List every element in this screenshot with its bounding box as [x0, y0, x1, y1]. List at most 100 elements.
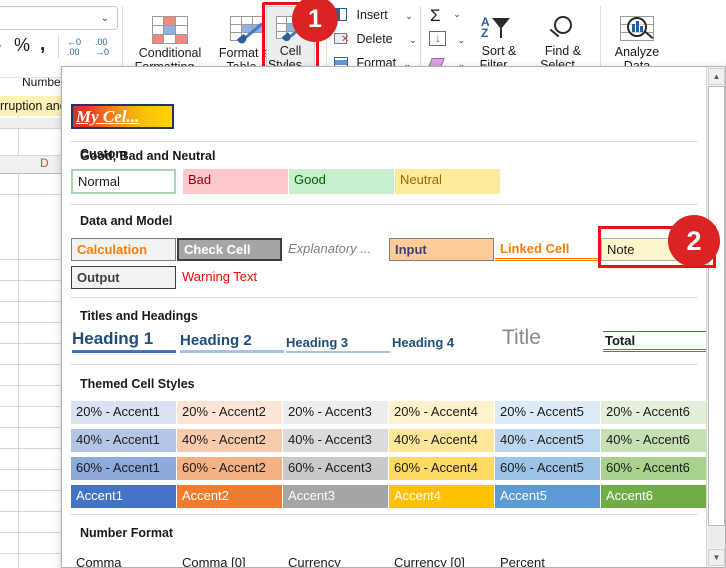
chevron-down-icon[interactable]: ⌄ [409, 35, 417, 45]
gallery-content: Custom My Cel... Good, Bad and Neutral N… [62, 67, 707, 567]
increase-decimal-icon[interactable]: ←0.00 [67, 37, 81, 57]
style-60-accent4[interactable]: 60% - Accent4 [389, 457, 494, 480]
format-as-table-icon [230, 16, 264, 46]
sort-filter-icon: A Z [479, 15, 519, 42]
analyze-data-icon [620, 16, 654, 43]
style-accent4[interactable]: Accent4 [389, 485, 494, 508]
style-60-accent2[interactable]: 60% - Accent2 [177, 457, 282, 480]
gallery-scrollbar[interactable]: ▲ ▼ [706, 67, 725, 567]
style-accent6[interactable]: Accent6 [601, 485, 706, 508]
conditional-formatting-label-1: Conditional [138, 46, 202, 60]
style-accent2[interactable]: Accent2 [177, 485, 282, 508]
style-60-accent3[interactable]: 60% - Accent3 [283, 457, 388, 480]
delete-button[interactable]: ✕ Delete ⌄ [334, 32, 417, 46]
style-comma[interactable]: Comma [71, 552, 176, 567]
number-format-icons: ⌄ % , ←0.00 .00→0 [0, 34, 130, 62]
sigma-icon: Σ [430, 6, 441, 25]
style-40-accent1[interactable]: 40% - Accent1 [71, 429, 176, 452]
magnifier-icon [546, 16, 580, 42]
style-20-accent6[interactable]: 20% - Accent6 [601, 401, 706, 424]
sort-filter-label-1: Sort & [481, 44, 517, 58]
style-calculation[interactable]: Calculation [71, 238, 176, 261]
style-warning-text[interactable]: Warning Text [177, 266, 282, 289]
style-heading-4[interactable]: Heading 4 [392, 335, 496, 350]
delete-icon: ✕ [334, 32, 349, 45]
section-title-themed-cell-styles: Themed Cell Styles [80, 377, 195, 391]
style-40-accent4[interactable]: 40% - Accent4 [389, 429, 494, 452]
style-currency[interactable]: Currency [283, 552, 388, 567]
chevron-down-icon[interactable]: ⌄ [405, 11, 413, 21]
cell-styles-gallery: Custom My Cel... Good, Bad and Neutral N… [61, 66, 726, 568]
number-format-combo[interactable]: ral ⌄ [0, 6, 118, 30]
excel-cell-styles-screen: D rruption and ral ⌄ ⌄ % , ←0.00 .00→0 N… [0, 0, 726, 568]
style-currency-0[interactable]: Currency [0] [389, 552, 494, 567]
find-select-label-1: Find & [544, 44, 582, 58]
section-divider [70, 141, 698, 142]
sort-filter-button[interactable]: A Z Sort & Filter ⌄ [468, 15, 530, 73]
style-explanatory-text[interactable]: Explanatory ... [283, 238, 388, 261]
style-comma-0[interactable]: Comma [0] [177, 552, 282, 567]
fill-down-icon: ↓ [429, 31, 448, 46]
section-title-good-bad-neutral: Good, Bad and Neutral [80, 149, 216, 163]
scrollbar-thumb[interactable] [708, 86, 725, 526]
highlighted-cell[interactable]: rruption and [0, 96, 66, 116]
style-60-accent6[interactable]: 60% - Accent6 [601, 457, 706, 480]
style-60-accent1[interactable]: 60% - Accent1 [71, 457, 176, 480]
chevron-down-icon: ⌄ [100, 13, 109, 24]
autosum-button[interactable]: Σ ⌄ [430, 6, 461, 26]
divider [600, 6, 601, 68]
section-divider [70, 514, 698, 515]
style-my-cell[interactable]: My Cel... [71, 104, 174, 129]
style-heading-3[interactable]: Heading 3 [286, 335, 390, 353]
style-60-accent5[interactable]: 60% - Accent5 [495, 457, 600, 480]
style-title[interactable]: Title [502, 326, 606, 350]
style-accent5[interactable]: Accent5 [495, 485, 600, 508]
section-title-number-format: Number Format [80, 526, 174, 540]
style-good[interactable]: Good [289, 169, 394, 194]
style-20-accent4[interactable]: 20% - Accent4 [389, 401, 494, 424]
column-header-d[interactable]: D [40, 156, 49, 170]
style-20-accent5[interactable]: 20% - Accent5 [495, 401, 600, 424]
comma-style-icon[interactable]: , [40, 34, 45, 56]
style-heading-2[interactable]: Heading 2 [180, 332, 284, 353]
style-40-accent3[interactable]: 40% - Accent3 [283, 429, 388, 452]
scrollbar-track[interactable] [708, 526, 725, 548]
style-check-cell[interactable]: Check Cell [177, 238, 282, 261]
style-output[interactable]: Output [71, 266, 176, 289]
style-total[interactable]: Total [603, 331, 707, 352]
find-select-button[interactable]: Find & Select ⌄ [532, 16, 594, 73]
section-title-titles-and-headings: Titles and Headings [80, 309, 198, 323]
style-heading-1[interactable]: Heading 1 [72, 329, 176, 353]
step-badge-2: 2 [668, 215, 720, 267]
percent-style-icon[interactable]: % [14, 35, 30, 56]
style-40-accent6[interactable]: 40% - Accent6 [601, 429, 706, 452]
scroll-down-arrow-icon[interactable]: ▼ [708, 549, 725, 566]
analyze-data-label-1: Analyze [614, 45, 660, 59]
analyze-data-button[interactable]: Analyze Data [606, 16, 668, 73]
style-40-accent2[interactable]: 40% - Accent2 [177, 429, 282, 452]
style-neutral[interactable]: Neutral [395, 169, 500, 194]
style-normal[interactable]: Normal [71, 169, 176, 194]
style-20-accent2[interactable]: 20% - Accent2 [177, 401, 282, 424]
decrease-decimal-icon[interactable]: .00 →0 [95, 37, 109, 57]
chevron-down-icon[interactable]: ⌄ [0, 38, 3, 51]
style-bad[interactable]: Bad [183, 169, 288, 194]
insert-button[interactable]: Insert ⌄ [334, 8, 413, 22]
insert-label: Insert [356, 8, 388, 22]
delete-label: Delete [356, 32, 393, 46]
style-accent1[interactable]: Accent1 [71, 485, 176, 508]
style-20-accent3[interactable]: 20% - Accent3 [283, 401, 388, 424]
style-20-accent1[interactable]: 20% - Accent1 [71, 401, 176, 424]
fill-button[interactable]: ↓ ⌄ [429, 31, 465, 46]
chevron-down-icon[interactable]: ⌄ [453, 9, 461, 19]
scroll-up-arrow-icon[interactable]: ▲ [708, 68, 725, 85]
conditional-formatting-icon [152, 16, 188, 44]
divider [58, 36, 59, 58]
style-linked-cell[interactable]: Linked Cell [495, 238, 600, 261]
style-40-accent5[interactable]: 40% - Accent5 [495, 429, 600, 452]
section-title-data-and-model: Data and Model [80, 214, 173, 228]
chevron-down-icon[interactable]: ⌄ [457, 35, 465, 45]
style-accent3[interactable]: Accent3 [283, 485, 388, 508]
style-percent[interactable]: Percent [495, 552, 600, 567]
style-input[interactable]: Input [389, 238, 494, 261]
